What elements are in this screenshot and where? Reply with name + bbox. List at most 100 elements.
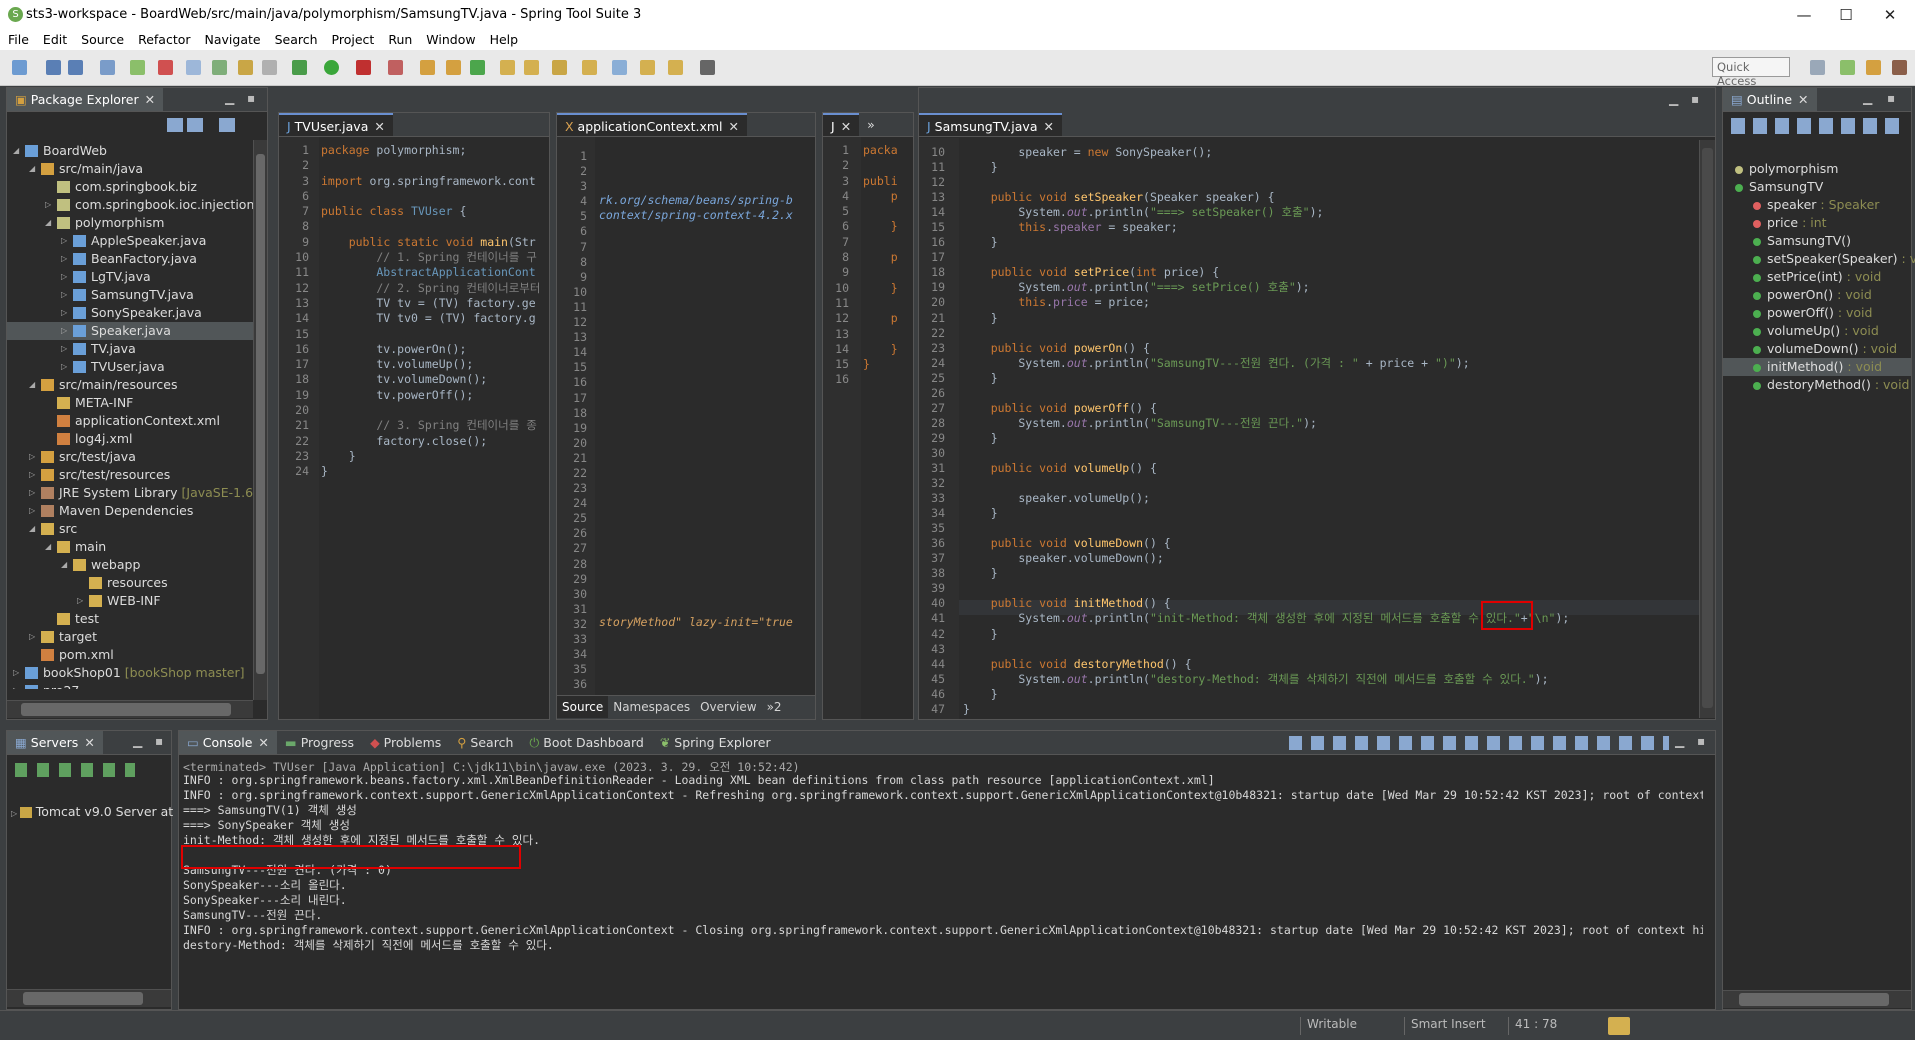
tree-item[interactable]: ◢ polymorphism xyxy=(7,214,253,232)
menu-file[interactable]: File xyxy=(0,30,35,47)
debug-perspective-icon[interactable] xyxy=(1892,60,1907,75)
expand-icon[interactable]: ◢ xyxy=(29,520,39,538)
menu-project[interactable]: Project xyxy=(324,30,381,47)
outline-item[interactable]: SamsungTV xyxy=(1723,178,1911,196)
expand-icon[interactable]: ◢ xyxy=(45,538,55,556)
expand-icon[interactable]: ▷ xyxy=(29,448,39,466)
menu-run[interactable]: Run xyxy=(380,30,418,47)
tab-outline[interactable]: ▤ Outline ✕ xyxy=(1723,88,1817,111)
tree-item[interactable]: META-INF xyxy=(7,394,253,412)
link-editor-icon[interactable] xyxy=(187,118,203,132)
tree-item[interactable]: ◢ src/main/resources xyxy=(7,376,253,394)
outline-item[interactable]: powerOff() : void xyxy=(1723,304,1911,322)
expand-icon[interactable]: ▷ xyxy=(29,502,39,520)
tree-item[interactable]: ◢ webapp xyxy=(7,556,253,574)
maximize-view-icon[interactable]: ▪ xyxy=(247,91,255,105)
quick-access-input[interactable]: Quick Access xyxy=(1712,57,1790,88)
expand-icon[interactable]: ▷ xyxy=(29,628,39,646)
tab-problems[interactable]: ◆ Problems xyxy=(362,731,449,754)
maximize-view-icon[interactable]: ▪ xyxy=(1697,734,1705,748)
nav-back-icon[interactable] xyxy=(668,60,683,75)
tree-item[interactable]: ▷ Speaker.java xyxy=(7,322,253,340)
menu-search[interactable]: Search xyxy=(267,30,324,47)
more-tabs[interactable]: »2 xyxy=(762,696,787,718)
tree-item[interactable]: ▷ JRE System Library [JavaSE-1.6] xyxy=(7,484,253,502)
debug-run-icon[interactable] xyxy=(292,60,307,75)
outline-item[interactable]: SamsungTV() xyxy=(1723,232,1911,250)
menu-refactor[interactable]: Refactor xyxy=(130,30,196,47)
stop-icon[interactable] xyxy=(356,60,371,75)
expand-icon[interactable]: ▷ xyxy=(61,340,71,358)
tab-application-context-xml[interactable]: X applicationContext.xml ✕ xyxy=(557,113,747,136)
console-output[interactable]: INFO : org.springframework.beans.factory… xyxy=(183,773,1703,993)
perspective-icon[interactable] xyxy=(1810,60,1825,75)
tab-samsungtv-java[interactable]: J SamsungTV.java ✕ xyxy=(919,113,1062,136)
tree-item[interactable]: log4j.xml xyxy=(7,430,253,448)
menu-source[interactable]: Source xyxy=(73,30,130,47)
outline-item[interactable]: price : int xyxy=(1723,214,1911,232)
close-icon[interactable]: ✕ xyxy=(145,92,155,107)
expand-icon[interactable]: ▷ xyxy=(45,196,55,214)
tree-item[interactable]: ◢ main xyxy=(7,538,253,556)
tree-item[interactable]: ▷ SonySpeaker.java xyxy=(7,304,253,322)
outline-item[interactable]: volumeUp() : void xyxy=(1723,322,1911,340)
expand-icon[interactable]: ▷ xyxy=(61,322,71,340)
tree-item[interactable]: ▷ TV.java xyxy=(7,340,253,358)
tree-item[interactable]: resources xyxy=(7,574,253,592)
package-explorer-hscroll[interactable] xyxy=(7,700,253,718)
tab-namespaces[interactable]: Namespaces xyxy=(608,696,695,718)
minimize-view-icon[interactable]: ▁ xyxy=(225,91,234,105)
spring-perspective-icon[interactable] xyxy=(1840,60,1855,75)
notification-icon[interactable] xyxy=(1608,1017,1630,1035)
tree-item[interactable]: ▷ LgTV.java xyxy=(7,268,253,286)
close-icon[interactable]: ✕ xyxy=(841,119,851,134)
outline-hscroll[interactable] xyxy=(1723,990,1911,1008)
outline-item[interactable]: setSpeaker(Speaker) : void xyxy=(1723,250,1915,268)
tab-spring-explorer[interactable]: ❦ Spring Explorer xyxy=(652,731,779,754)
java-perspective-icon[interactable] xyxy=(1866,60,1881,75)
outline-item[interactable]: destoryMethod() : void xyxy=(1723,376,1911,394)
new-icon[interactable] xyxy=(12,60,27,75)
external-tools-icon[interactable] xyxy=(388,60,403,75)
open-resource-icon[interactable] xyxy=(524,60,539,75)
menu-navigate[interactable]: Navigate xyxy=(197,30,267,47)
server-toolbar-icons[interactable] xyxy=(15,763,135,777)
close-icon[interactable]: ✕ xyxy=(729,119,739,134)
maximize-editor-icon[interactable]: ▪ xyxy=(1691,92,1699,106)
outline-item[interactable]: speaker : Speaker xyxy=(1723,196,1911,214)
tree-item[interactable]: applicationContext.xml xyxy=(7,412,253,430)
more-editors[interactable]: » xyxy=(859,113,883,136)
expand-icon[interactable]: ◢ xyxy=(13,142,23,160)
expand-icon[interactable]: ▷ xyxy=(29,484,39,502)
expand-icon[interactable]: ◢ xyxy=(45,214,55,232)
tree-item[interactable]: ▷ BeanFactory.java xyxy=(7,250,253,268)
tab-source[interactable]: Source xyxy=(557,696,609,718)
tree-item[interactable]: ▷ Maven Dependencies xyxy=(7,502,253,520)
close-icon[interactable]: ✕ xyxy=(374,119,384,134)
outline-toolbar-icons[interactable] xyxy=(1731,118,1901,134)
tree-item[interactable]: ◢ src xyxy=(7,520,253,538)
new-package-icon[interactable] xyxy=(446,60,461,75)
tree-item[interactable]: ▷ AppleSpeaker.java xyxy=(7,232,253,250)
save-icon[interactable] xyxy=(46,60,61,75)
collapse-all-icon[interactable] xyxy=(167,118,183,132)
minimize-editor-icon[interactable]: ▁ xyxy=(1669,92,1678,106)
tree-item[interactable]: test xyxy=(7,610,253,628)
tab-boot-dashboard[interactable]: ⏻ Boot Dashboard xyxy=(521,731,651,754)
menu-edit[interactable]: Edit xyxy=(35,30,73,47)
annotation-icon[interactable] xyxy=(238,60,253,75)
maximize-button[interactable]: ☐ xyxy=(1826,2,1866,28)
expand-icon[interactable]: ◢ xyxy=(61,556,71,574)
code-area[interactable]: speaker = new SonySpeaker(); } public vo… xyxy=(963,145,1569,717)
tree-item[interactable]: ◢ src/main/java xyxy=(7,160,253,178)
tree-item[interactable]: ▷ WEB-INF xyxy=(7,592,253,610)
expand-icon[interactable]: ▷ xyxy=(77,592,87,610)
tree-item[interactable]: ▷ com.springbook.ioc.injection xyxy=(7,196,253,214)
close-button[interactable]: ✕ xyxy=(1870,2,1910,28)
outline-item[interactable]: setPrice(int) : void xyxy=(1723,268,1911,286)
view-menu-icon[interactable] xyxy=(219,118,235,132)
menu-help[interactable]: Help xyxy=(482,30,525,47)
tab-tvuser-java[interactable]: J TVUser.java ✕ xyxy=(279,113,393,136)
tab-java-file[interactable]: J ✕ xyxy=(823,113,860,136)
tree-item[interactable]: pom.xml xyxy=(7,646,253,664)
